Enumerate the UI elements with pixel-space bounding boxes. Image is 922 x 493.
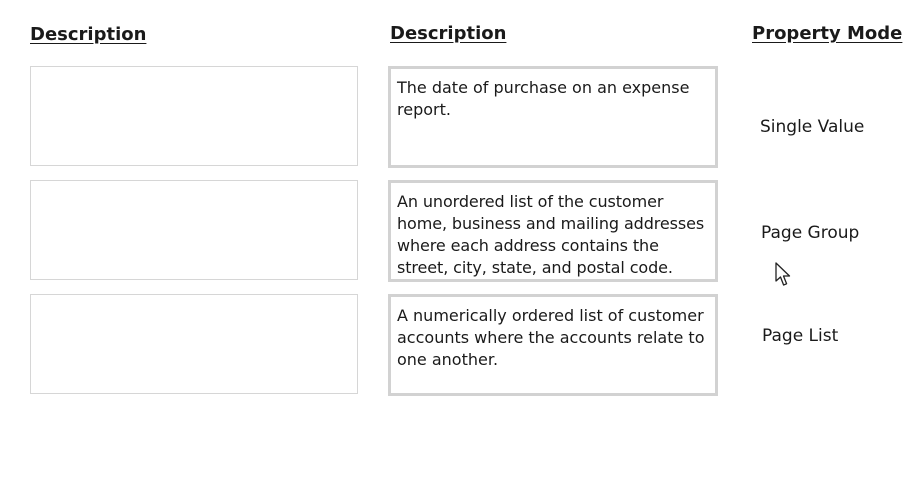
property-mode-page-group[interactable]: Page Group [761, 223, 859, 243]
middle-column-header: Description [390, 23, 507, 44]
description-text-1: The date of purchase on an expense repor… [397, 78, 690, 119]
property-mode-header: Property Mode [752, 23, 903, 44]
left-column-header: Description [30, 24, 147, 45]
description-box-2: An unordered list of the customer home, … [388, 180, 718, 282]
property-mode-single-value[interactable]: Single Value [760, 117, 864, 137]
answer-drop-target-3[interactable] [30, 294, 358, 394]
description-text-3: A numerically ordered list of customer a… [397, 306, 705, 369]
description-text-2: An unordered list of the customer home, … [397, 192, 705, 277]
answer-drop-target-1[interactable] [30, 66, 358, 166]
answer-drop-target-2[interactable] [30, 180, 358, 280]
description-box-1: The date of purchase on an expense repor… [388, 66, 718, 168]
property-mode-page-list[interactable]: Page List [762, 326, 838, 346]
mouse-pointer-icon [775, 262, 791, 286]
description-box-3: A numerically ordered list of customer a… [388, 294, 718, 396]
